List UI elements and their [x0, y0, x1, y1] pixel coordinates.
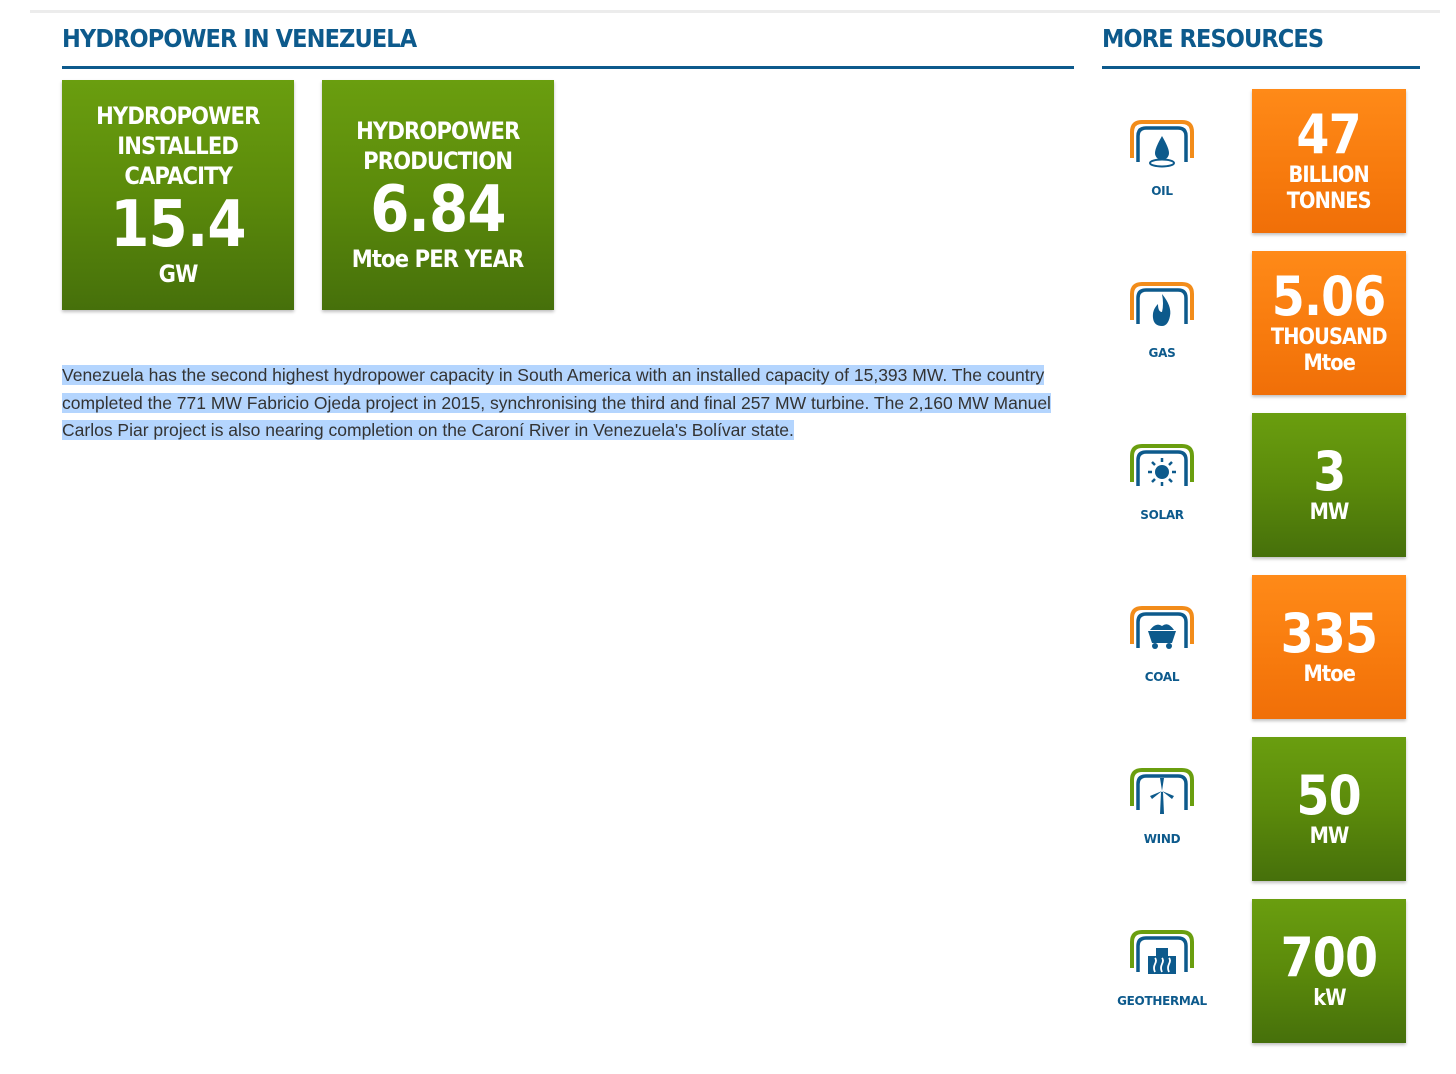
resource-card-solar[interactable]: 3 MW	[1252, 413, 1406, 557]
resource-unit-line: MW	[1309, 500, 1350, 525]
resource-unit-line: kW	[1312, 986, 1346, 1011]
stat-label-line: PRODUCTION	[363, 147, 514, 175]
description-text: Venezuela has the second highest hydropo…	[62, 365, 1051, 440]
stat-label-line: CAPACITY	[124, 162, 233, 190]
section-title-more-resources: MORE RESOURCES	[1102, 24, 1324, 53]
resource-value: 335	[1280, 602, 1378, 665]
resource-card-wind[interactable]: 50 MW	[1252, 737, 1406, 881]
resource-card-gas[interactable]: 5.06 THOUSAND Mtoe	[1252, 251, 1406, 395]
resource-geothermal[interactable]: GEOTHERMAL	[1112, 928, 1212, 1038]
resource-solar[interactable]: SOLAR	[1112, 442, 1212, 552]
coal-cart-icon	[1130, 606, 1194, 649]
resource-wind[interactable]: WIND	[1112, 766, 1212, 876]
wind-turbine-icon	[1130, 768, 1194, 814]
resource-label: SOLAR	[1140, 508, 1184, 522]
geothermal-plant-icon	[1130, 930, 1194, 974]
stat-card-installed-capacity: HYDROPOWER INSTALLED CAPACITY 15.4 GW	[62, 80, 294, 310]
resource-card-coal[interactable]: 335 Mtoe	[1252, 575, 1406, 719]
resource-label: OIL	[1151, 184, 1173, 198]
resource-unit-line: MW	[1309, 824, 1350, 849]
stat-label-line: INSTALLED	[117, 132, 240, 160]
resource-unit-line: BILLION	[1288, 163, 1370, 188]
resource-label: COAL	[1144, 670, 1180, 684]
resource-coal[interactable]: COAL	[1112, 604, 1212, 714]
resource-oil[interactable]: OIL	[1112, 118, 1212, 228]
resource-value: 50	[1296, 764, 1362, 827]
description-paragraph: Venezuela has the second highest hydropo…	[62, 362, 1062, 445]
resource-unit-line: Mtoe	[1303, 351, 1355, 376]
sidebar-title-underline	[1102, 66, 1420, 69]
stat-label-line: HYDROPOWER	[356, 117, 520, 145]
stat-value: 15.4	[110, 188, 246, 262]
resource-value: 700	[1280, 926, 1378, 989]
top-divider	[30, 10, 1440, 13]
resource-gas[interactable]: GAS	[1112, 280, 1212, 390]
section-title-hydropower: HYDROPOWER IN VENEZUELA	[62, 24, 417, 53]
stat-value: 6.84	[370, 173, 506, 247]
stat-unit: Mtoe PER YEAR	[352, 245, 525, 273]
resource-label: GAS	[1148, 346, 1176, 360]
resource-unit-line: TONNES	[1287, 189, 1372, 214]
resource-label: WIND	[1143, 832, 1181, 846]
resource-value: 3	[1312, 440, 1346, 503]
oil-drop-icon	[1130, 120, 1194, 168]
stat-unit: GW	[158, 260, 199, 288]
resource-label: GEOTHERMAL	[1117, 994, 1207, 1008]
sun-icon	[1130, 444, 1194, 486]
stat-card-production: HYDROPOWER PRODUCTION 6.84 Mtoe PER YEAR	[322, 80, 554, 310]
resource-card-oil[interactable]: 47 BILLION TONNES	[1252, 89, 1406, 233]
resource-value: 5.06	[1272, 265, 1387, 328]
resource-value: 47	[1296, 103, 1362, 166]
resource-card-geothermal[interactable]: 700 kW	[1252, 899, 1406, 1043]
gas-flame-icon	[1130, 282, 1194, 326]
stat-label-line: HYDROPOWER	[96, 102, 260, 130]
resource-unit-line: THOUSAND	[1271, 325, 1388, 350]
resource-unit-line: Mtoe	[1303, 662, 1355, 687]
section-title-underline	[62, 66, 1074, 69]
